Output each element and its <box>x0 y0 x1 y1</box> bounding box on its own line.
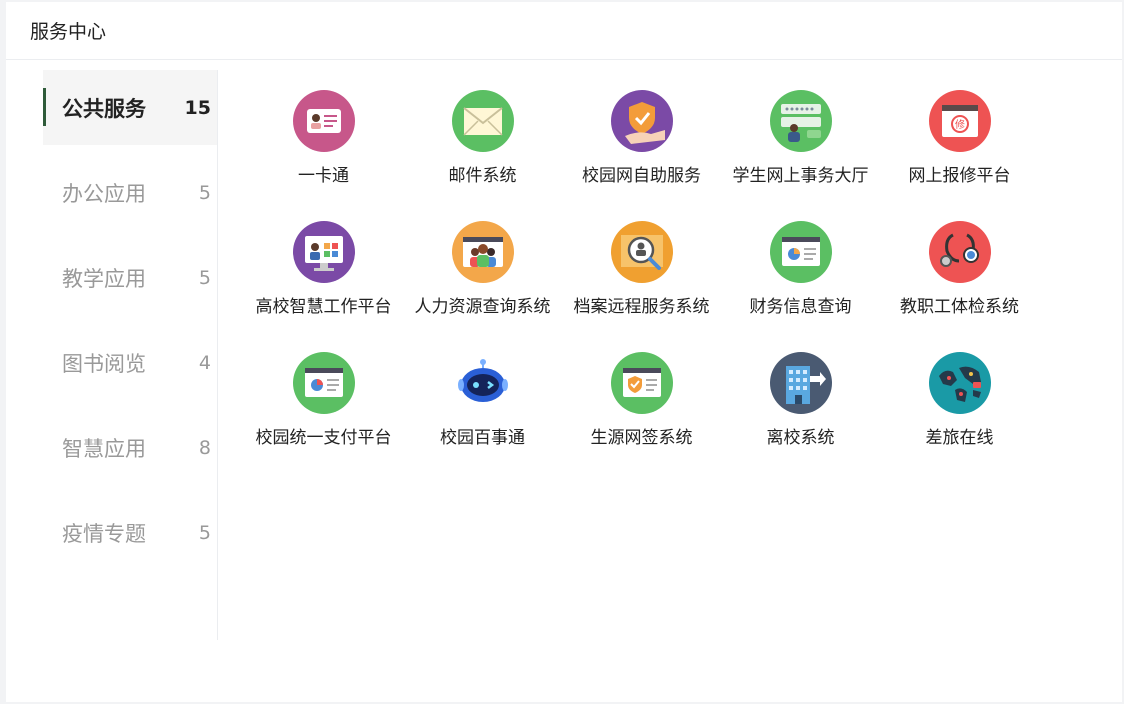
sidebar-item-public-services[interactable]: 公共服务 15 <box>43 70 217 145</box>
app-label: 网上报修平台 <box>908 166 1011 186</box>
sidebar-item-epidemic-topic[interactable]: 疫情专题 5 <box>43 495 217 570</box>
app-tile[interactable]: 校园网自助服务 <box>562 90 721 221</box>
sidebar-item-count: 5 <box>198 181 211 204</box>
app-label: 离校系统 <box>766 428 835 448</box>
sidebar-item-library[interactable]: 图书阅览 4 <box>43 325 217 400</box>
sidebar-item-count: 4 <box>198 351 211 374</box>
chart-window-icon <box>769 221 832 283</box>
magnifier-person-icon <box>610 221 673 283</box>
chart-window-icon <box>292 352 355 414</box>
id-card-icon <box>292 90 355 152</box>
repair-window-icon: 修 <box>928 90 991 152</box>
app-tile[interactable]: 一卡通 <box>244 90 403 221</box>
app-label: 教职工体检系统 <box>900 297 1019 317</box>
shield-hand-icon <box>610 90 673 152</box>
sidebar-item-count: 15 <box>184 96 211 119</box>
app-label: 校园百事通 <box>440 428 525 448</box>
app-label: 校园统一支付平台 <box>255 428 392 448</box>
stethoscope-icon <box>928 221 991 283</box>
app-tile[interactable]: 档案远程服务系统 <box>562 221 721 352</box>
monitor-user-icon <box>292 221 355 283</box>
sidebar-item-label: 办公应用 <box>62 181 146 206</box>
app-tile[interactable]: 生源网签系统 <box>562 352 721 483</box>
sidebar-item-smart-apps[interactable]: 智慧应用 8 <box>43 410 217 485</box>
envelope-icon <box>451 90 514 152</box>
app-label: 邮件系统 <box>448 166 517 186</box>
app-label: 校园网自助服务 <box>582 166 701 186</box>
robot-icon <box>451 352 514 414</box>
app-tile[interactable]: 差旅在线 <box>880 352 1039 483</box>
sidebar-item-label: 图书阅览 <box>62 351 146 376</box>
panel-header: 服务中心 <box>6 2 1122 60</box>
app-tile[interactable]: 教职工体检系统 <box>880 221 1039 352</box>
app-label: 学生网上事务大厅 <box>732 166 869 186</box>
sidebar-item-label: 教学应用 <box>62 266 146 291</box>
service-center-panel: 服务中心 公共服务 15 办公应用 5 教学应用 5 图书阅览 4 智慧应用 8… <box>6 2 1122 702</box>
app-tile[interactable]: 高校智慧工作平台 <box>244 221 403 352</box>
sidebar-item-label: 公共服务 <box>62 96 146 121</box>
app-tile[interactable]: 学生网上事务大厅 <box>721 90 880 221</box>
page-title: 服务中心 <box>30 21 107 43</box>
app-tile[interactable]: 离校系统 <box>721 352 880 483</box>
app-tile[interactable]: 财务信息查询 <box>721 221 880 352</box>
world-map-icon <box>928 352 991 414</box>
category-sidebar: 公共服务 15 办公应用 5 教学应用 5 图书阅览 4 智慧应用 8 疫情专题… <box>43 70 218 640</box>
app-tile[interactable]: 人力资源查询系统 <box>403 221 562 352</box>
app-label: 高校智慧工作平台 <box>255 297 392 317</box>
svg-text:修: 修 <box>955 118 965 131</box>
app-tile[interactable]: 修 网上报修平台 <box>880 90 1039 221</box>
app-tile[interactable]: 校园统一支付平台 <box>244 352 403 483</box>
app-tile[interactable]: 校园百事通 <box>403 352 562 483</box>
app-grid: 一卡通 邮件系统 校园网自助服务 学生网上事务大厅 修 网上报修平台 高校智慧工… <box>244 90 1039 483</box>
sidebar-item-label: 疫情专题 <box>62 521 146 546</box>
app-label: 人力资源查询系统 <box>414 297 551 317</box>
app-label: 财务信息查询 <box>749 297 852 317</box>
sidebar-item-office-apps[interactable]: 办公应用 5 <box>43 155 217 230</box>
app-label: 一卡通 <box>298 166 349 186</box>
app-label: 生源网签系统 <box>590 428 693 448</box>
sidebar-item-count: 5 <box>198 521 211 544</box>
login-form-icon <box>769 90 832 152</box>
shield-window-icon <box>610 352 673 414</box>
app-label: 差旅在线 <box>925 428 994 448</box>
app-label: 档案远程服务系统 <box>573 297 710 317</box>
sidebar-item-label: 智慧应用 <box>62 436 146 461</box>
sidebar-item-teaching-apps[interactable]: 教学应用 5 <box>43 240 217 315</box>
sidebar-item-count: 5 <box>198 266 211 289</box>
app-tile[interactable]: 邮件系统 <box>403 90 562 221</box>
sidebar-item-count: 8 <box>198 436 211 459</box>
video-people-icon <box>451 221 514 283</box>
building-exit-icon <box>769 352 832 414</box>
